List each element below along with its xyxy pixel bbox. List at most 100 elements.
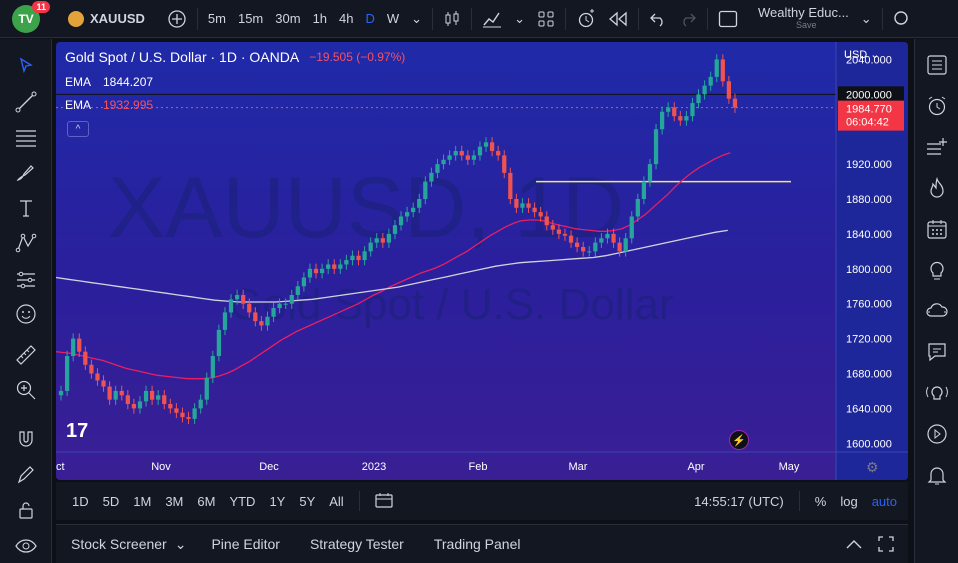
indicators-dropdown-chevron-icon[interactable]: ⌄: [508, 0, 531, 38]
alert-button[interactable]: [570, 0, 602, 38]
compare-add-button[interactable]: [161, 0, 193, 38]
range-5d[interactable]: 5D: [96, 494, 127, 509]
chats-button[interactable]: [919, 334, 955, 370]
magnet-tool[interactable]: [8, 422, 44, 457]
fib-tool[interactable]: [8, 120, 44, 155]
pattern-tool[interactable]: [8, 226, 44, 261]
candle-body: [714, 59, 719, 77]
hotlists-button[interactable]: [919, 170, 955, 206]
app-logo[interactable]: TV 11: [12, 0, 50, 33]
search-button[interactable]: [887, 0, 917, 38]
candle-body: [198, 399, 203, 409]
candle-body: [447, 155, 452, 160]
notifications-button[interactable]: [919, 457, 955, 493]
watchlist-button[interactable]: [919, 47, 955, 83]
interval-1h[interactable]: 1h: [307, 0, 333, 38]
range-1d[interactable]: 1D: [65, 494, 96, 509]
zoom-tool[interactable]: [8, 373, 44, 408]
range-5y[interactable]: 5Y: [292, 494, 322, 509]
legend-collapse-button[interactable]: ^: [67, 121, 89, 137]
candle-body: [326, 264, 331, 269]
interval-w[interactable]: W: [381, 0, 405, 38]
candle-body: [720, 59, 725, 82]
chart-type-button[interactable]: [437, 0, 467, 38]
stay-drawing-tool[interactable]: [8, 457, 44, 492]
indicators-button[interactable]: [476, 0, 508, 38]
lightning-icon[interactable]: ⚡: [729, 430, 749, 450]
maximize-panel-icon[interactable]: [870, 536, 908, 552]
candle-body: [587, 251, 592, 253]
ruler-tool[interactable]: [8, 338, 44, 373]
currency-selector[interactable]: USD ⌄: [844, 48, 880, 61]
price-chart[interactable]: XAUUSD, 1D Gold Spot / U.S. Dollar 2040.…: [56, 42, 908, 480]
alerts-panel-button[interactable]: [919, 88, 955, 124]
interval-30m[interactable]: 30m: [269, 0, 306, 38]
legend-title[interactable]: Gold Spot / U.S. Dollar · 1D · OANDA: [65, 49, 299, 65]
toolbar-divider: [881, 7, 883, 30]
ema-slow-legend[interactable]: EMA 1932.995: [65, 98, 153, 112]
log-scale-toggle[interactable]: log: [833, 494, 864, 509]
range-ytd[interactable]: YTD: [222, 494, 262, 509]
candle-body: [532, 207, 537, 213]
percent-scale-toggle[interactable]: %: [808, 494, 834, 509]
candle-body: [83, 351, 88, 365]
tradingview-logo[interactable]: 17: [66, 420, 88, 443]
range-3m[interactable]: 3M: [158, 494, 190, 509]
screener-chevron-icon[interactable]: ⌄: [171, 536, 197, 553]
brush-tool[interactable]: [8, 155, 44, 190]
replay-button[interactable]: [602, 0, 634, 38]
ema-fast-legend[interactable]: EMA 1844.207: [65, 75, 153, 89]
stock-screener-tab[interactable]: Stock Screener: [56, 536, 171, 552]
lock-tool[interactable]: [8, 493, 44, 528]
prediction-tool[interactable]: [8, 261, 44, 296]
goto-date-button[interactable]: [368, 492, 400, 511]
trendline-tool[interactable]: [8, 84, 44, 119]
visibility-tool[interactable]: [8, 528, 44, 563]
undo-button[interactable]: [643, 0, 673, 38]
ideas-button[interactable]: [919, 252, 955, 288]
price-tick-label: 2000.000: [846, 89, 892, 101]
candle-body: [732, 98, 738, 108]
redo-button[interactable]: [673, 0, 703, 38]
range-6m[interactable]: 6M: [190, 494, 222, 509]
interval-dropdown-chevron-icon[interactable]: ⌄: [405, 0, 428, 38]
streams-button[interactable]: [919, 293, 955, 329]
chart-legend: Gold Spot / U.S. Dollar · 1D · OANDA −19…: [65, 49, 405, 65]
layout-dropdown-chevron-icon[interactable]: ⌄: [855, 0, 878, 38]
candle-body: [216, 329, 222, 357]
candle-body: [143, 390, 149, 402]
calendar-button[interactable]: [919, 211, 955, 247]
layout-button[interactable]: [712, 0, 744, 38]
stream-button[interactable]: [919, 416, 955, 452]
pine-editor-tab[interactable]: Pine Editor: [196, 536, 294, 552]
signals-button[interactable]: [919, 375, 955, 411]
trading-panel-tab[interactable]: Trading Panel: [419, 536, 536, 552]
clock-display[interactable]: 14:55:17 (UTC): [687, 494, 791, 509]
collapse-panel-chevron-up-icon[interactable]: [838, 539, 870, 549]
cursor-tool[interactable]: [8, 49, 44, 84]
candle-body: [350, 255, 355, 261]
candle-body: [562, 233, 568, 236]
interval-5m[interactable]: 5m: [202, 0, 232, 38]
range-1m[interactable]: 1M: [126, 494, 158, 509]
strategy-tester-tab[interactable]: Strategy Tester: [295, 536, 419, 552]
symbol-search-button[interactable]: XAUUSD: [62, 0, 151, 38]
auto-scale-toggle[interactable]: auto: [865, 494, 904, 509]
icon-tool[interactable]: [8, 297, 44, 332]
templates-button[interactable]: [531, 0, 561, 38]
layout-name-menu[interactable]: Wealthy Educ... Save: [752, 0, 855, 38]
text-tool[interactable]: [8, 191, 44, 226]
candle-body: [556, 229, 562, 234]
chart-pane[interactable]: XAUUSD, 1D Gold Spot / U.S. Dollar 2040.…: [56, 42, 908, 480]
interval-4h[interactable]: 4h: [333, 0, 359, 38]
interval-15m[interactable]: 15m: [232, 0, 269, 38]
range-all[interactable]: All: [322, 494, 350, 509]
grid-icon: [538, 11, 554, 26]
candle-body: [544, 216, 549, 226]
candle-body: [301, 277, 307, 287]
layout-save-label[interactable]: Save: [796, 19, 817, 32]
range-1y[interactable]: 1Y: [262, 494, 292, 509]
settings-gear-icon[interactable]: ⚙: [866, 459, 879, 476]
interval-d[interactable]: D: [360, 0, 381, 38]
data-window-button[interactable]: [919, 129, 955, 165]
